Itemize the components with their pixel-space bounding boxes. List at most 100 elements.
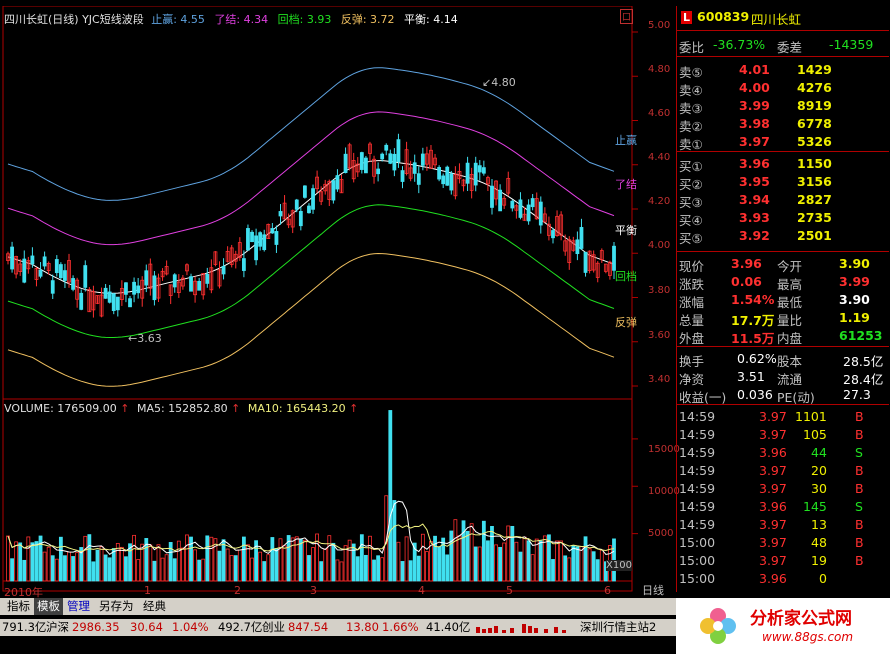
volume-bar (486, 540, 490, 582)
low-marker: ←3.63 (128, 332, 162, 345)
volume-bar (392, 500, 397, 582)
volume-bar (22, 559, 27, 582)
candle-body (400, 170, 405, 182)
volume-bar (229, 555, 234, 582)
candle-body (172, 274, 177, 288)
candle-body (111, 293, 116, 312)
volume-bar (124, 556, 128, 582)
tab-indicator[interactable]: 指标 (4, 598, 33, 615)
price-tick: 4.60 (648, 108, 671, 119)
line-tag-balance: 平衡 (615, 224, 637, 237)
buy-row: 买② 3.95 3156 (679, 174, 832, 192)
tab-classic[interactable]: 经典 (140, 598, 169, 615)
x-label: 5 (506, 584, 513, 597)
indicator-item: 了结: 4.34 (214, 13, 269, 26)
volume-bar (595, 559, 600, 582)
volume-bar (58, 536, 63, 582)
volume-bar (50, 555, 55, 582)
volume-bar (274, 548, 279, 582)
candle-body (420, 153, 425, 166)
tab-template[interactable]: 模板 (34, 598, 63, 615)
sell-row: 卖② 3.98 6778 (679, 116, 832, 134)
candle-body (254, 235, 258, 261)
volume-bar (551, 559, 555, 582)
flower-logo-icon (700, 608, 736, 644)
volume-bar (473, 546, 478, 582)
candle-body (83, 265, 88, 288)
candle-body (612, 245, 616, 271)
tab-save-as[interactable]: 另存为 (96, 598, 137, 615)
window-toggle-icon[interactable]: 口 (620, 9, 634, 24)
volume-bar (400, 561, 405, 582)
candle-body (364, 157, 368, 174)
price-tick: 4.80 (648, 64, 671, 75)
volume-bar (95, 549, 100, 582)
volume-bar (445, 554, 450, 582)
volume-bar (364, 554, 368, 582)
candle-body (278, 211, 283, 217)
buy-row: 买④ 3.93 2735 (679, 210, 832, 228)
volume-bar (63, 555, 67, 582)
candle-body (128, 298, 132, 308)
volume-value: VOLUME: 176509.00 (4, 402, 117, 415)
volume-bar (241, 536, 246, 582)
price-tick: 3.40 (648, 374, 671, 385)
kline-chart[interactable]: 四川长虹(日线) YJC短线波段 止赢: 4.55 了结: 4.34 回档: 3… (2, 6, 664, 597)
band-line (7, 67, 615, 201)
tab-manage[interactable]: 管理 (64, 598, 93, 615)
status-bar: 791.3亿 沪深 2986.35 30.64 1.04% 492.7亿 创业 … (0, 619, 676, 636)
candle-body (530, 198, 535, 208)
volume-bar (172, 558, 177, 582)
period-label[interactable]: 日线 (642, 582, 664, 598)
candle-body (538, 201, 543, 226)
indicator-item: 平衡: 4.14 (404, 13, 458, 26)
candle-body (152, 275, 157, 301)
volume-bar (559, 540, 564, 582)
volume-bar (197, 559, 202, 582)
tick-row: 14:59 3.97 13 B (679, 517, 864, 532)
volume-bar (193, 549, 197, 582)
volume-bar (132, 534, 136, 582)
volume-bar (518, 551, 523, 582)
volume-bar (99, 546, 104, 582)
fund-row: 换手 0.62% 股本 28.5亿 (679, 351, 884, 369)
volume-bar (26, 536, 31, 582)
price-tick: 5.00 (648, 20, 671, 31)
volume-bar (209, 536, 214, 582)
volume-bar (457, 535, 462, 582)
x-label: 2 (234, 584, 241, 597)
line-tag-rebound: 反弹 (615, 316, 637, 329)
tick-row: 14:59 3.97 20 B (679, 463, 864, 478)
volume-bar (160, 557, 165, 582)
candle-body (396, 139, 401, 163)
candle-body (58, 264, 63, 279)
candle-body (526, 204, 531, 222)
volume-bar (331, 542, 336, 582)
candle-body (376, 168, 381, 175)
candle-body (302, 185, 307, 198)
stock-name: 四川长虹 (751, 12, 802, 27)
volume-bar (71, 556, 75, 582)
volume-bar (319, 561, 324, 582)
volume-bar (176, 540, 181, 582)
volume-bar (83, 535, 88, 582)
volume-bar (514, 541, 519, 582)
volume-bar (34, 541, 39, 582)
volume-bar (327, 535, 332, 582)
volume-bar (359, 534, 364, 582)
fund-row: 净资 3.51 流通 28.4亿 (679, 369, 884, 387)
x-label: 4 (418, 584, 425, 597)
volume-bar (571, 545, 576, 582)
volume-bar (311, 547, 315, 582)
indicator-title: 四川长虹(日线) YJC短线波段 (4, 13, 144, 26)
candle-body (416, 173, 421, 185)
candle-body (583, 251, 588, 273)
candle-body (79, 292, 84, 310)
candle-body (384, 144, 389, 151)
volume-bar (258, 551, 263, 582)
volume-bar (119, 546, 124, 582)
volume-bar (87, 534, 92, 582)
volume-bar (416, 555, 421, 582)
tick-row: 15:00 3.96 0 (679, 571, 827, 586)
line-tag-close: 了结 (615, 178, 637, 191)
